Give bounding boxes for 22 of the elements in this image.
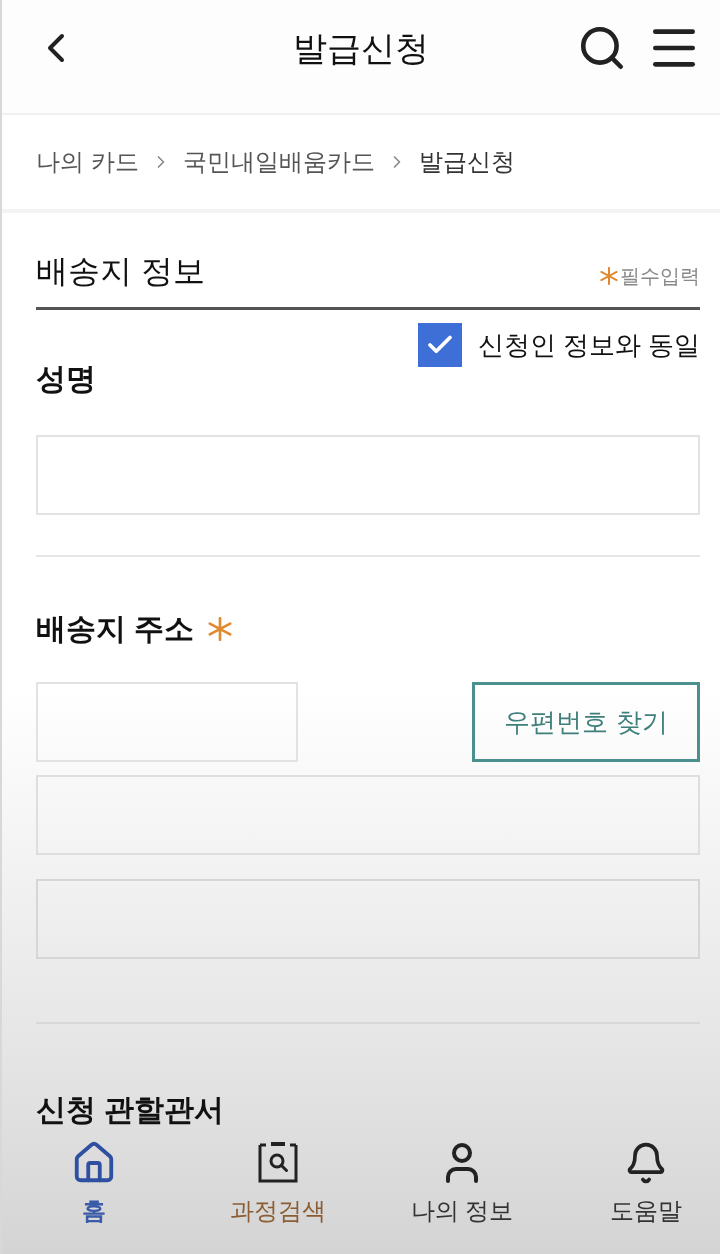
find-zip-code-button[interactable]: 우편번호 찾기 bbox=[472, 682, 700, 762]
address-detail-field[interactable] bbox=[36, 879, 700, 959]
breadcrumb-link[interactable]: 국민내일배움카드 bbox=[182, 146, 375, 178]
zip-code-field[interactable] bbox=[36, 682, 298, 762]
section-title: 배송지 정보 bbox=[36, 252, 205, 291]
bottom-nav-tab[interactable]: 도움말 bbox=[586, 1138, 706, 1226]
bottom-nav-tab[interactable]: 과정검색 bbox=[218, 1138, 338, 1226]
field-label: 배송지 주소 bbox=[36, 611, 195, 647]
required-note: 필수입력 bbox=[620, 264, 700, 289]
bottom-nav-tab[interactable]: 홈 bbox=[34, 1138, 154, 1226]
required-star-icon bbox=[600, 267, 618, 285]
address-field[interactable] bbox=[36, 775, 700, 855]
same-as-applicant-checkbox[interactable] bbox=[417, 323, 462, 367]
input-field[interactable] bbox=[36, 435, 700, 515]
bottom-nav-tab[interactable]: 나의 정보 bbox=[402, 1138, 522, 1226]
field-label: 신청 관할관서 bbox=[36, 1092, 225, 1128]
field-label: 성명 bbox=[36, 361, 96, 397]
checkbox-label: 신청인 정보와 동일 bbox=[477, 329, 700, 362]
breadcrumb-link[interactable]: 나의 카드 bbox=[36, 146, 139, 178]
page-title: 발급신청 bbox=[293, 28, 429, 69]
breadcrumb-link[interactable]: 발급신청 bbox=[418, 146, 515, 178]
framed-search-icon bbox=[256, 1141, 300, 1185]
